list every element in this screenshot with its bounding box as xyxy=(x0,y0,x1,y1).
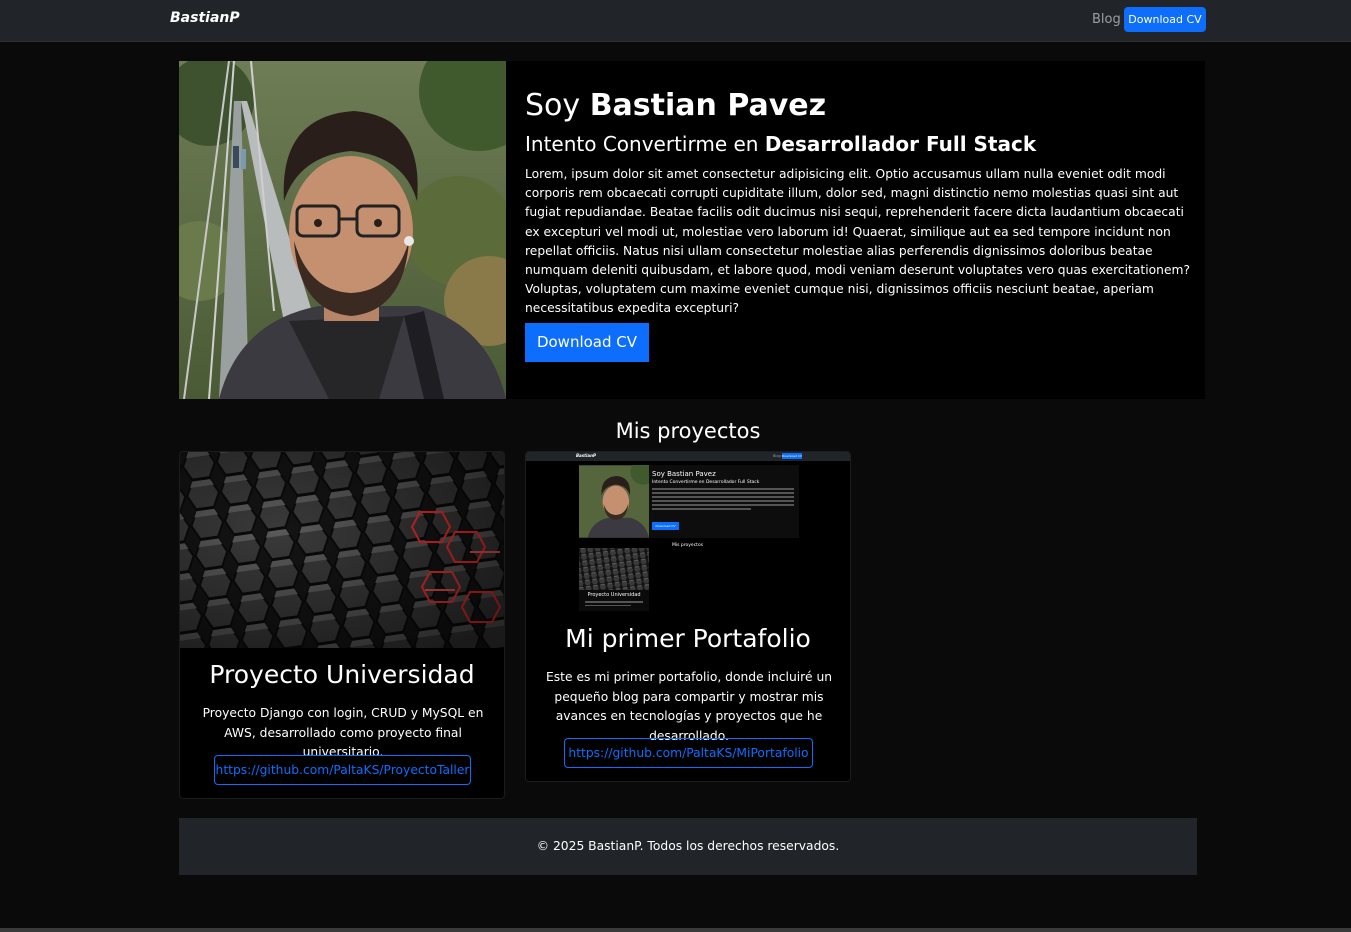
preview-card: Proyecto Universidad xyxy=(579,548,649,611)
project-title: Proyecto Universidad xyxy=(209,660,475,689)
project-card-universidad: Proyecto Universidad Proyecto Django con… xyxy=(179,451,505,799)
nav-download-cv-button[interactable]: Download CV xyxy=(1124,7,1206,32)
preview-bio-lines xyxy=(652,488,794,512)
project-github-link[interactable]: https://github.com/PaltaKS/ProyectoTalle… xyxy=(214,755,471,785)
preview-heading: Soy Bastian Pavez xyxy=(652,470,716,478)
hero-section: Soy Bastian Pavez Intento Convertirme en… xyxy=(179,61,1205,399)
footer-copyright: © 2025 BastianP. Todos los derechos rese… xyxy=(536,839,840,853)
brand-logo[interactable]: BastianP xyxy=(170,10,240,26)
preview-blog: Blog xyxy=(773,454,781,458)
project-github-link[interactable]: https://github.com/PaltaKS/MiPortafolio xyxy=(564,738,813,768)
project-description: Proyecto Django con login, CRUD y MySQL … xyxy=(202,706,484,759)
nav-link-blog[interactable]: Blog xyxy=(1092,12,1121,27)
preview-brand: BastianP xyxy=(576,453,596,458)
project-image-portfolio-preview: BastianP Blog Download CV Soy Bastian Pa… xyxy=(526,452,850,611)
project-image-hexagons xyxy=(180,452,504,648)
project-title: Mi primer Portafolio xyxy=(565,624,811,653)
preview-section-title: Mis proyectos xyxy=(672,543,704,548)
projects-title: Mis proyectos xyxy=(615,419,761,443)
footer: © 2025 BastianP. Todos los derechos rese… xyxy=(179,818,1197,875)
navbar: BastianP Blog Download CV xyxy=(0,0,1351,42)
hero-subtitle: Intento Convertirme en Desarrollador Ful… xyxy=(525,132,1037,156)
profile-photo xyxy=(179,61,506,399)
project-card-portafolio: BastianP Blog Download CV Soy Bastian Pa… xyxy=(525,451,851,782)
bottom-scrollbar-edge xyxy=(0,928,1351,932)
preview-card-title: Proyecto Universidad xyxy=(587,592,641,598)
preview-download: Download CV xyxy=(782,453,803,459)
hero-heading: Soy Bastian Pavez xyxy=(525,88,827,123)
hero-bio: Lorem, ipsum dolor sit amet consectetur … xyxy=(525,167,1191,316)
preview-download-button: Download CV xyxy=(652,522,679,530)
project-description: Este es mi primer portafolio, donde incl… xyxy=(545,670,833,743)
preview-photo xyxy=(579,465,649,538)
hero-download-cv-button[interactable]: Download CV xyxy=(525,323,649,362)
preview-subtitle: Intento Convertirme en Desarrollador Ful… xyxy=(652,480,760,485)
